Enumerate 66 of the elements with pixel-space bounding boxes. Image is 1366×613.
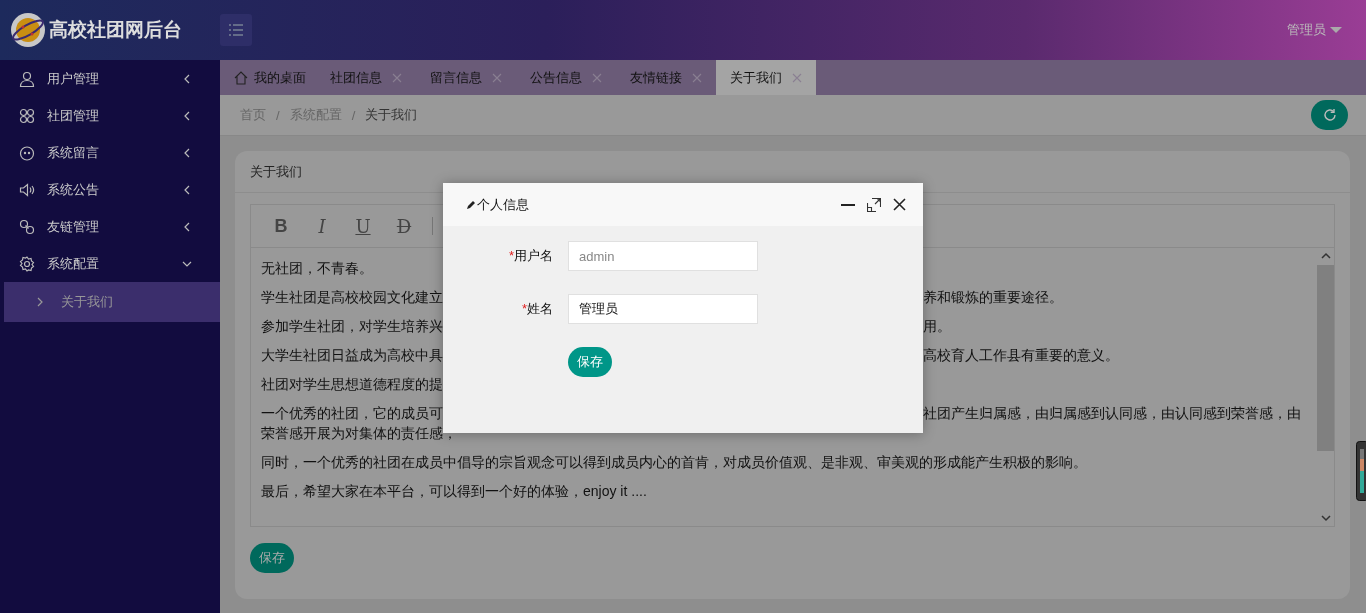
tab[interactable]: 关于我们 (716, 60, 816, 95)
pencil-icon (466, 199, 476, 210)
italic-button[interactable]: I (309, 213, 335, 239)
site-title: 高校社团网后台 (49, 18, 182, 42)
user-icon (19, 70, 35, 87)
tab[interactable]: 留言信息 (416, 60, 516, 95)
chevron-left-icon (182, 184, 192, 195)
clover-icon (19, 107, 35, 124)
user-menu[interactable]: 管理员 (1287, 21, 1342, 39)
sidebar-subitem[interactable]: 关于我们 (4, 282, 220, 322)
face-icon (19, 144, 35, 161)
save-button[interactable]: 保存 (250, 543, 294, 573)
save-button[interactable]: 保存 (568, 347, 612, 377)
tab[interactable]: 公告信息 (516, 60, 616, 95)
input-field[interactable]: 管理员 (568, 294, 758, 324)
refresh-button[interactable] (1311, 100, 1348, 130)
field-label: *用户名 (507, 247, 553, 265)
planet-logo-icon (10, 12, 46, 48)
paragraph-text: 高校育人工作县有重要的意义。 (923, 346, 1119, 365)
paragraph-text: 最后，希望大家在本平台，可以得到一个好的体验，enjoy it .... (261, 482, 647, 501)
paragraph-text: 同时，一个优秀的社团在成员中倡导的宗旨观念可以得到成员内心的首肯，对成员价值观、是非观、审美观的形成能产生积极的影响。 (261, 453, 1087, 472)
underline-button[interactable]: U (350, 213, 376, 239)
paragraph-text: 用。 (923, 317, 951, 336)
chevron-left-icon (182, 110, 192, 121)
sidebar-item[interactable]: 系统公告 (0, 171, 220, 208)
field-label: *姓名 (520, 300, 553, 318)
paragraph-text: 学生社团是高校校园文化建立 (261, 288, 443, 307)
dialog-title: 个人信息 (477, 195, 529, 214)
speaker-icon (19, 181, 35, 198)
menu-icon (229, 24, 243, 36)
scroll-up-icon (1320, 252, 1331, 260)
paragraph-text: 大学生社团日益成为高校中具 (261, 346, 443, 365)
paragraph-text: 养和锻炼的重要途径。 (923, 288, 1063, 307)
breadcrumb-item: 关于我们 (365, 106, 418, 124)
paragraph-text: 社团对学生思想道德程度的提 (261, 375, 443, 394)
tab[interactable]: 友情链接 (616, 60, 716, 95)
chevron-left-icon (182, 73, 192, 84)
paragraph-text: 荣誉感开展为对集体的责任感， (261, 424, 457, 443)
maximize-icon[interactable] (867, 197, 881, 212)
tab[interactable]: 社团信息 (316, 60, 416, 95)
bold-button[interactable]: B (268, 213, 294, 239)
tab[interactable]: 我的桌面 (222, 60, 316, 95)
sidebar-item[interactable]: 友链管理 (0, 208, 220, 245)
paragraph-text: 一个优秀的社团，它的成员可 (261, 404, 443, 423)
sidebar-item[interactable]: 系统留言 (0, 134, 220, 171)
scroll-down-icon (1320, 514, 1331, 522)
sidebar-item[interactable]: 系统配置 (0, 245, 220, 282)
close-icon[interactable] (893, 198, 906, 211)
chevron-left-icon (182, 147, 192, 158)
link-icon (19, 218, 35, 235)
chevron-right-icon (37, 297, 43, 307)
meter-widget-icon (1356, 441, 1366, 501)
sidebar-item[interactable]: 社团管理 (0, 97, 220, 134)
sidebar-item[interactable]: 用户管理 (0, 60, 220, 97)
paragraph-text: 无社团，不青春。 (261, 259, 373, 278)
strike-button[interactable]: D (391, 213, 417, 239)
caret-icon (1330, 26, 1342, 34)
refresh-icon (1322, 108, 1337, 122)
home-icon (234, 70, 248, 85)
menu-toggle-button[interactable] (220, 14, 252, 46)
gear-icon (19, 255, 35, 272)
breadcrumb-separator: / (276, 107, 280, 123)
paragraph-text: 参加学生社团，对学生培养兴 (261, 317, 443, 336)
paragraph-text: 社团产生归属感，由归属感到认同感，由认同感到荣誉感，由 (923, 404, 1301, 423)
breadcrumb-separator: / (351, 107, 356, 123)
chevron-left-icon (182, 221, 192, 232)
